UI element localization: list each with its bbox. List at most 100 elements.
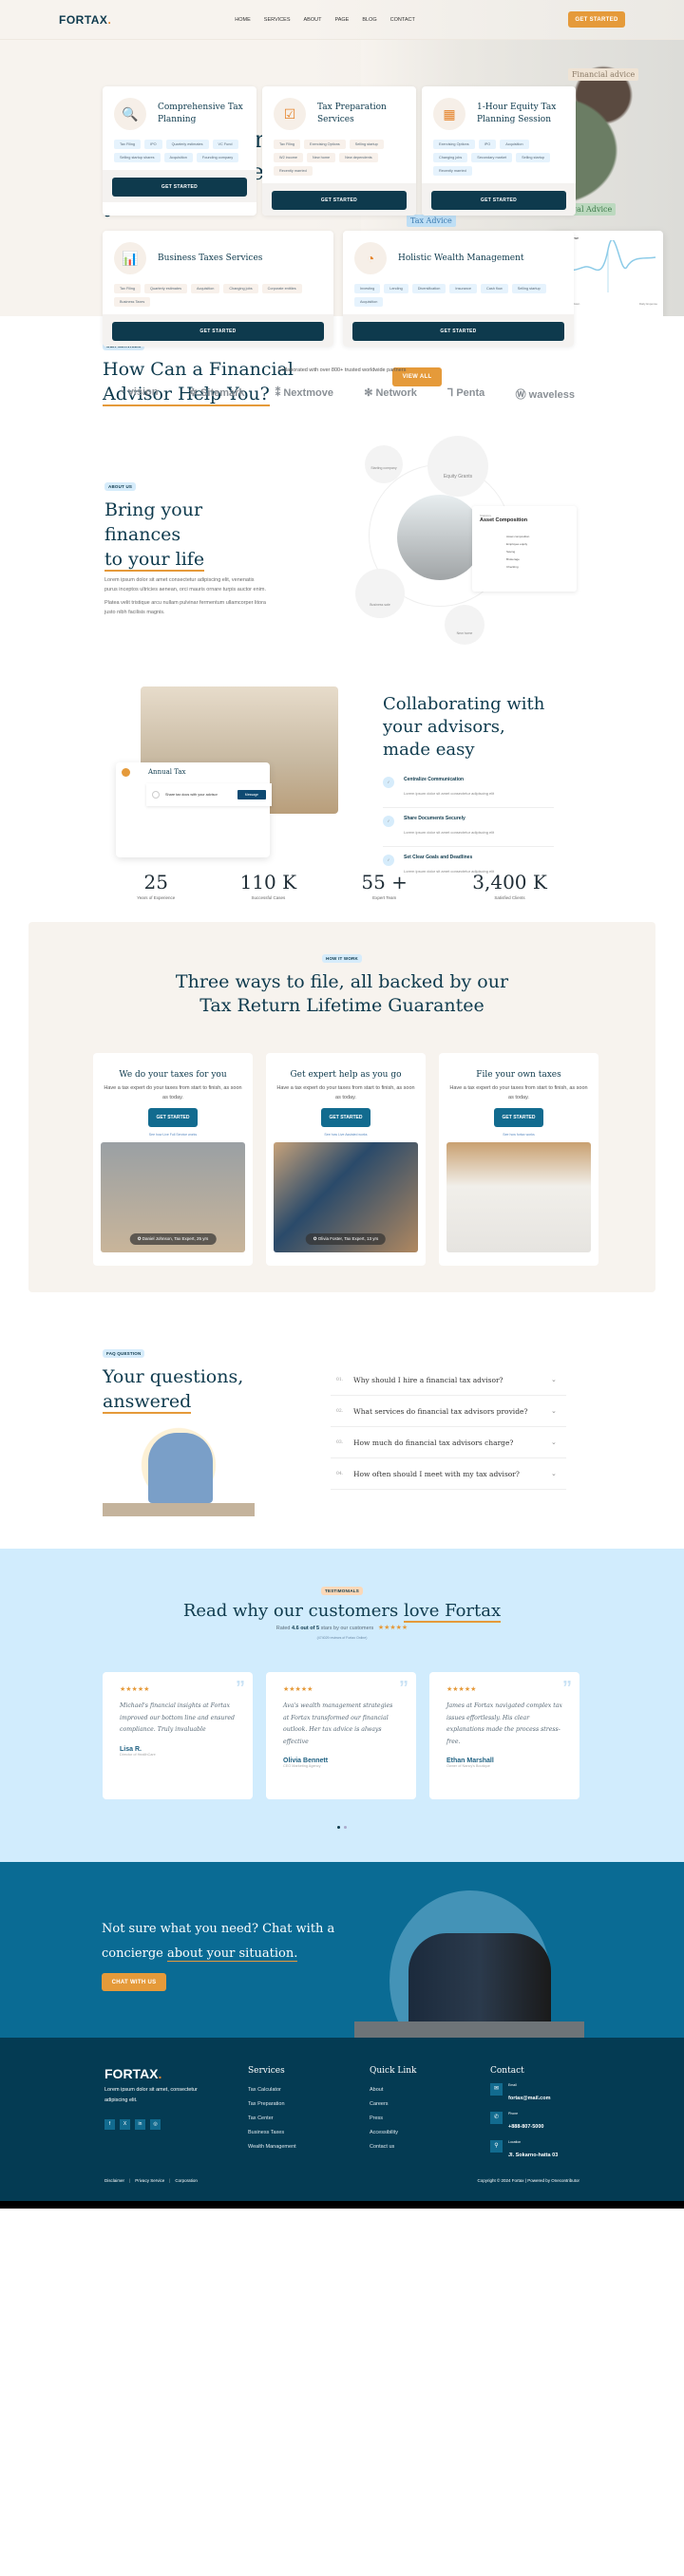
- footer-services: Services Tax Calculator Tax Preparation Ta…: [248, 2066, 296, 2154]
- linkedin-icon[interactable]: in: [135, 2119, 145, 2130]
- faq-header: FAQ QUESTION Your questions, answered: [103, 1343, 243, 1414]
- tag: Tax Filing: [114, 284, 142, 293]
- footer-link[interactable]: Careers: [370, 2097, 417, 2112]
- rated-pre: Rated: [276, 1626, 293, 1631]
- title-line-2: answered: [103, 1391, 192, 1414]
- footer-link[interactable]: Press: [370, 2112, 417, 2126]
- tag: W2 income: [274, 153, 303, 162]
- testimonial-card: ” ★★★★★ Michael's financial insights at Fo…: [103, 1672, 253, 1799]
- chat-with-us-button[interactable]: CHAT WITH US: [102, 1973, 166, 1991]
- privacy-link[interactable]: Privacy Service: [135, 2178, 164, 2183]
- filing-option-card: Get expert help as you go Have a tax exp…: [266, 1053, 426, 1266]
- partner-logo-sitemark: ✲ Sitemark: [188, 387, 245, 399]
- footer-link[interactable]: Business Taxes: [248, 2126, 296, 2140]
- contact-value[interactable]: fortax@mail.com: [508, 2096, 551, 2101]
- message-button[interactable]: Message: [237, 790, 266, 799]
- faq-item[interactable]: 02. What services do financial tax adviso…: [331, 1396, 566, 1427]
- carousel-dot-active[interactable]: [337, 1826, 340, 1829]
- testimonial-name: Olivia Bennett: [283, 1758, 329, 1764]
- feature-title: Set Clear Goals and Deadlines: [404, 855, 473, 860]
- feature-item: ✓ Centralize Communication Lorem ipsum dol…: [383, 769, 554, 808]
- expert-photo: ✪ Daniel Johnson, Tax Expert, 25 yrs: [101, 1142, 245, 1252]
- legend-row: Brokerage: [506, 557, 520, 561]
- learn-more-link[interactable]: See how Live Full Service works: [101, 1133, 245, 1137]
- footer-link[interactable]: About: [370, 2083, 417, 2097]
- carousel-dot[interactable]: [344, 1826, 347, 1829]
- x-twitter-icon[interactable]: X: [120, 2119, 130, 2130]
- get-started-button[interactable]: GET STARTED: [431, 191, 566, 210]
- option-desc: Have a tax expert do your taxes from sta…: [276, 1085, 415, 1100]
- service-cards-row-2: 📊 Business Taxes Services Tax Filing Quart…: [103, 231, 574, 347]
- tag: Exercising Options: [304, 140, 346, 149]
- partner-logo-vision: ◔ vision: [119, 386, 159, 398]
- faq-item[interactable]: 03. How much do financial tax advisors ch…: [331, 1427, 566, 1458]
- get-started-button[interactable]: GET STARTED: [112, 178, 247, 197]
- tag: Corporate entities: [261, 284, 302, 293]
- faq-question: How much do financial tax advisors charg…: [353, 1438, 514, 1447]
- desk: [103, 1503, 255, 1516]
- footer-link[interactable]: Accessibility: [370, 2126, 417, 2140]
- footer-link[interactable]: Tax Center: [248, 2112, 296, 2126]
- expert-photo: ✪ Olivia Foster, Tax Expert, 13 yrs: [274, 1142, 418, 1252]
- stat-value: 25: [143, 871, 168, 893]
- corporation-link[interactable]: Corporation: [175, 2178, 198, 2183]
- instagram-icon[interactable]: ◎: [150, 2119, 161, 2130]
- tag: Acquisition: [190, 284, 220, 293]
- get-started-button[interactable]: GET STARTED: [148, 1108, 198, 1127]
- expert-pill: ✪ Daniel Johnson, Tax Expert, 25 yrs: [129, 1233, 217, 1245]
- footer-link[interactable]: Wealth Management: [248, 2140, 296, 2154]
- learn-more-link[interactable]: See how Live Assisted works: [274, 1133, 418, 1137]
- partner-name: Penta: [456, 387, 485, 399]
- contact-value: Jl. Sokarno-hatta 03: [508, 2153, 559, 2158]
- faq-item[interactable]: 01. Why should I hire a financial tax adv…: [331, 1364, 566, 1396]
- tag: Selling startup: [516, 153, 551, 162]
- star-rating-icon: ★★★★★: [283, 1686, 314, 1693]
- footer-col-title: Services: [248, 2066, 285, 2076]
- rated-post: stars by our customers: [319, 1626, 374, 1631]
- footer-brand: FORTAX. Lorem ipsum dolor sit amet, cons…: [104, 2066, 218, 2130]
- card-tags: Tax Filing Exercising Options Selling star…: [262, 136, 416, 183]
- footer-link[interactable]: Tax Preparation: [248, 2097, 296, 2112]
- partners-text: Collaborated with over 800+ trusted worl…: [277, 367, 407, 373]
- cta-title: Not sure what you need? Chat with a conc…: [102, 1917, 339, 1966]
- get-started-button[interactable]: GET STARTED: [494, 1108, 543, 1127]
- faq-number: 04.: [336, 1471, 344, 1476]
- chevron-down-icon: ⌄: [551, 1470, 557, 1477]
- data-icon: ▦: [433, 98, 466, 130]
- quote-icon: ”: [399, 1678, 408, 1699]
- get-started-button[interactable]: GET STARTED: [321, 1108, 370, 1127]
- quote-icon: ”: [562, 1678, 572, 1699]
- tag: Recently married: [433, 166, 472, 176]
- facebook-icon[interactable]: f: [104, 2119, 115, 2130]
- tag: Tax Filing: [274, 140, 301, 149]
- title-part-b: love Fortax: [403, 1601, 502, 1623]
- contact-value[interactable]: +888-807-5000: [508, 2124, 543, 2130]
- testimonial-card: ” ★★★★★ James at Fortax navigated complex …: [429, 1672, 580, 1799]
- service-card: ☑ Tax Preparation Services Tax Filing Exer…: [262, 86, 416, 216]
- rated-score: 4.6 out of 5: [292, 1626, 320, 1631]
- learn-more-link[interactable]: See how fortax works: [446, 1133, 591, 1137]
- quote-icon: ”: [236, 1678, 245, 1699]
- testimonial-role: Owner of Nancy's Boutique: [446, 1764, 490, 1768]
- collaboration-section: Annual Tax Share tax docs with your advi…: [0, 675, 684, 874]
- mail-icon: ✉: [490, 2083, 503, 2096]
- legend-row: Checking: [506, 565, 519, 569]
- footer-col-title: Contact: [490, 2066, 524, 2076]
- get-started-button[interactable]: GET STARTED: [272, 191, 407, 210]
- card-tags: Tax Filing IPO Quarterly estimates VC Fund S…: [103, 136, 256, 170]
- feature-item: ✓ Share Documents Securely Lorem ipsum dol…: [383, 808, 554, 847]
- footer-link[interactable]: Tax Calculator: [248, 2083, 296, 2097]
- title-line-1: Bring your finances: [104, 499, 203, 545]
- stat-label: Years of Experience: [137, 895, 176, 900]
- stat-item: 25 Years of Experience: [137, 871, 175, 912]
- service-cards-row-1: 🔍 Comprehensive Tax Planning Tax Filing IP…: [103, 86, 576, 216]
- testimonial-text: Ava's wealth management strategies at Fo…: [283, 1702, 393, 1745]
- disclaimer-link[interactable]: Disclaimer: [104, 2178, 124, 2183]
- service-card: 📊 Business Taxes Services Tax Filing Quart…: [103, 231, 333, 347]
- faq-item[interactable]: 04. How often should I meet with my tax a…: [331, 1458, 566, 1490]
- footer-logo[interactable]: FORTAX.: [104, 2066, 218, 2081]
- copyright: Copyright © 2024 Fortax | Powered by One…: [477, 2178, 580, 2183]
- get-started-button[interactable]: GET STARTED: [352, 322, 564, 341]
- footer-link[interactable]: Contact us: [370, 2140, 417, 2154]
- get-started-button[interactable]: GET STARTED: [112, 322, 324, 341]
